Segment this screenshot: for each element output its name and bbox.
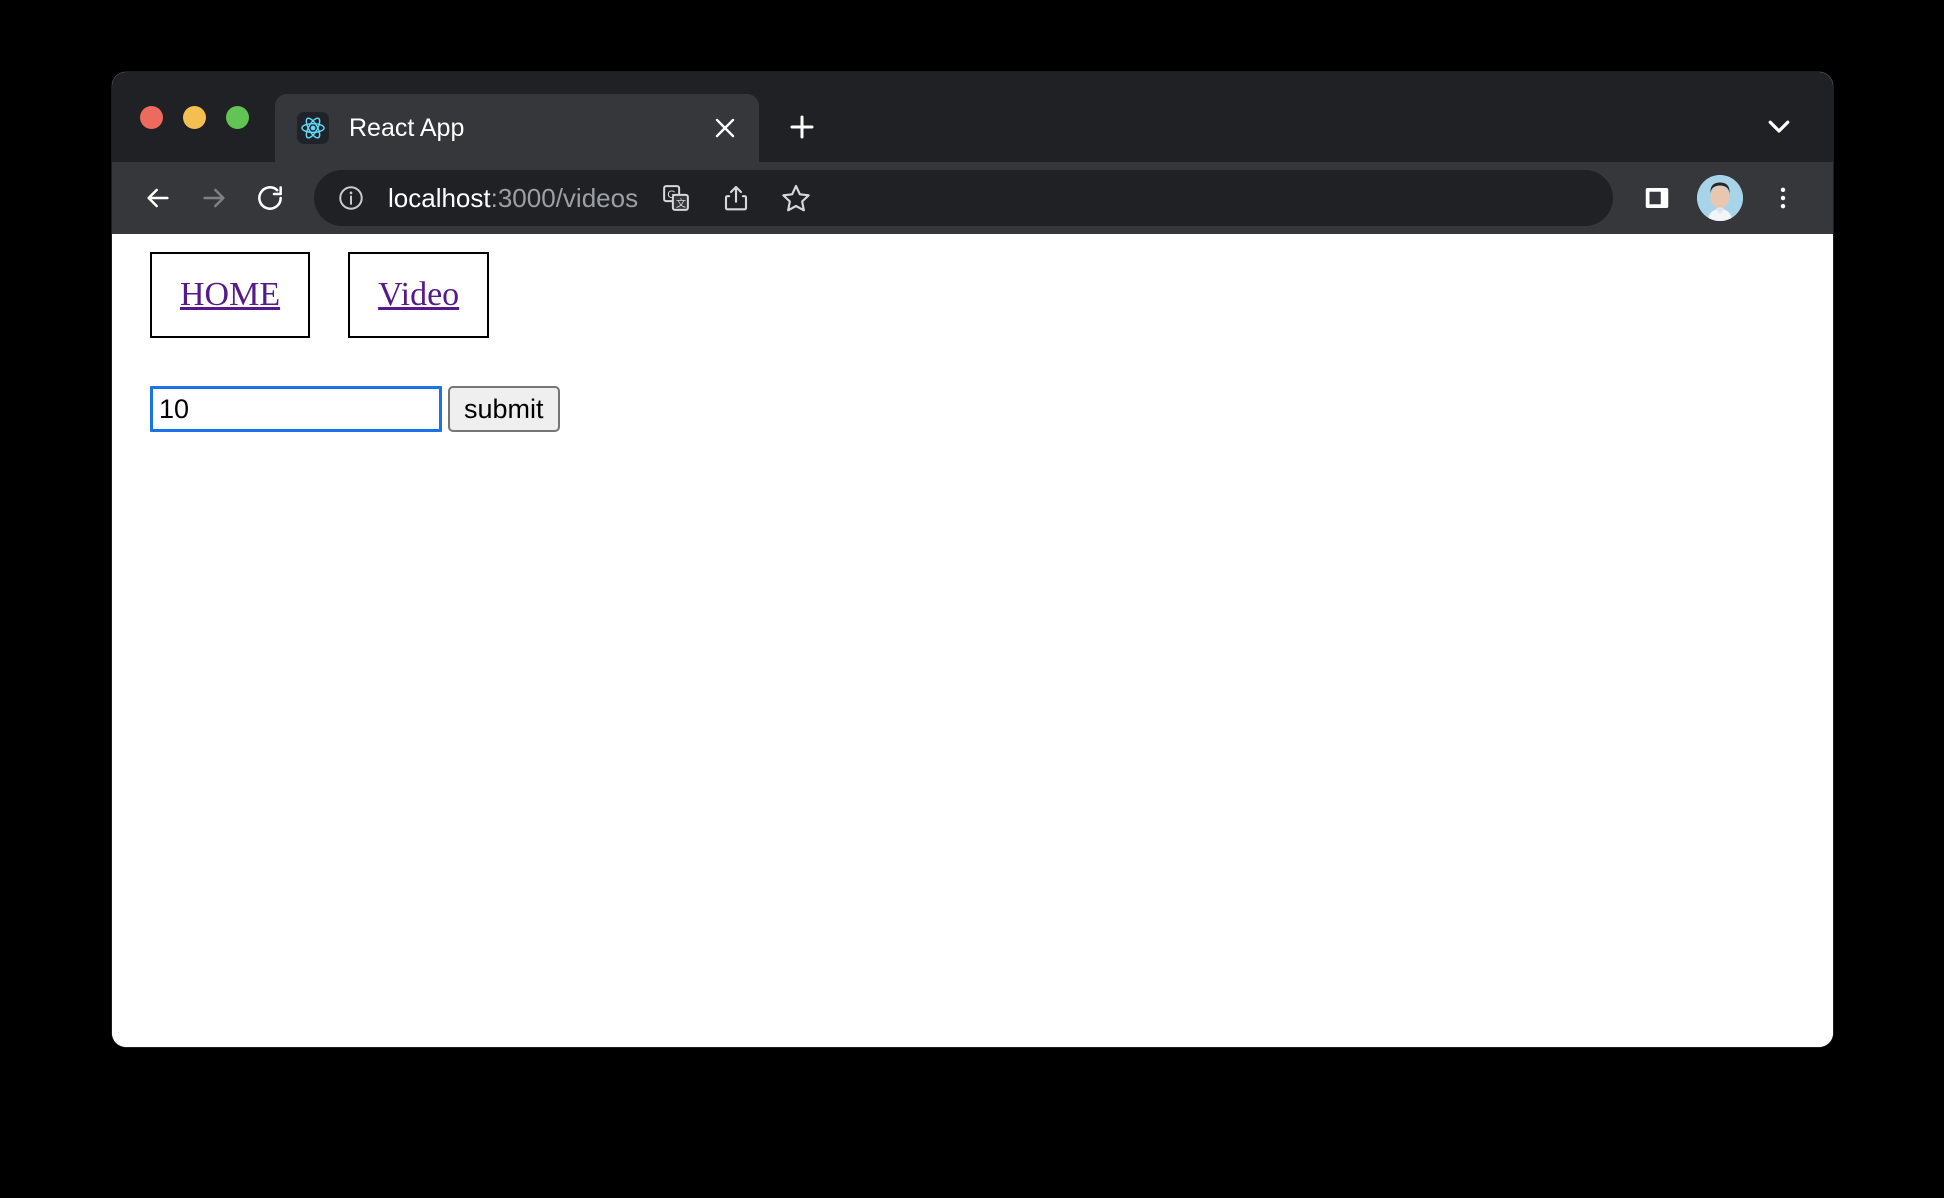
- video-count-form: submit: [112, 386, 1833, 432]
- url-host: localhost: [388, 182, 491, 213]
- url-text: localhost:3000/videos: [388, 183, 638, 214]
- browser-toolbar: localhost:3000/videos G 文: [112, 162, 1833, 234]
- browser-window: React App localhost:3000/videos G 文 HOME…: [112, 72, 1833, 1047]
- plus-icon[interactable]: [773, 98, 831, 156]
- info-circle-icon[interactable]: [336, 183, 366, 213]
- star-outline-icon[interactable]: [768, 170, 824, 226]
- nav-box-video[interactable]: Video: [348, 252, 490, 338]
- address-bar[interactable]: localhost:3000/videos G 文: [314, 170, 1613, 226]
- tab-title: React App: [349, 113, 465, 142]
- url-path: :3000/videos: [490, 182, 639, 213]
- side-panel-icon[interactable]: [1629, 170, 1685, 226]
- svg-text:文: 文: [676, 197, 686, 210]
- page-content: HOME Video submit: [112, 234, 1833, 1047]
- nav-links: HOME Video: [112, 252, 1833, 338]
- share-icon[interactable]: [708, 170, 764, 226]
- react-logo-icon: [297, 112, 329, 144]
- three-dot-menu-icon[interactable]: [1755, 170, 1811, 226]
- nav-box-home[interactable]: HOME: [150, 252, 311, 338]
- submit-button[interactable]: submit: [448, 386, 560, 432]
- arrow-left-icon[interactable]: [130, 170, 186, 226]
- tab-react-app[interactable]: React App: [275, 94, 759, 162]
- count-input[interactable]: [150, 386, 442, 432]
- reload-icon[interactable]: [242, 170, 298, 226]
- google-translate-icon[interactable]: G 文: [648, 170, 704, 226]
- window-traffic-lights: [112, 72, 271, 162]
- toolbar-right-actions: [1629, 170, 1811, 226]
- arrow-right-icon: [186, 170, 242, 226]
- window-close-button[interactable]: [140, 105, 163, 129]
- omnibox-actions: G 文: [648, 170, 824, 226]
- link-video[interactable]: Video: [378, 276, 459, 314]
- chevron-down-icon[interactable]: [1755, 104, 1803, 148]
- profile-avatar[interactable]: [1697, 175, 1743, 221]
- window-minimize-button[interactable]: [183, 105, 206, 129]
- link-home[interactable]: HOME: [180, 276, 280, 314]
- close-icon[interactable]: [705, 108, 745, 148]
- window-maximize-button[interactable]: [226, 105, 249, 129]
- tab-strip: React App: [112, 72, 1833, 162]
